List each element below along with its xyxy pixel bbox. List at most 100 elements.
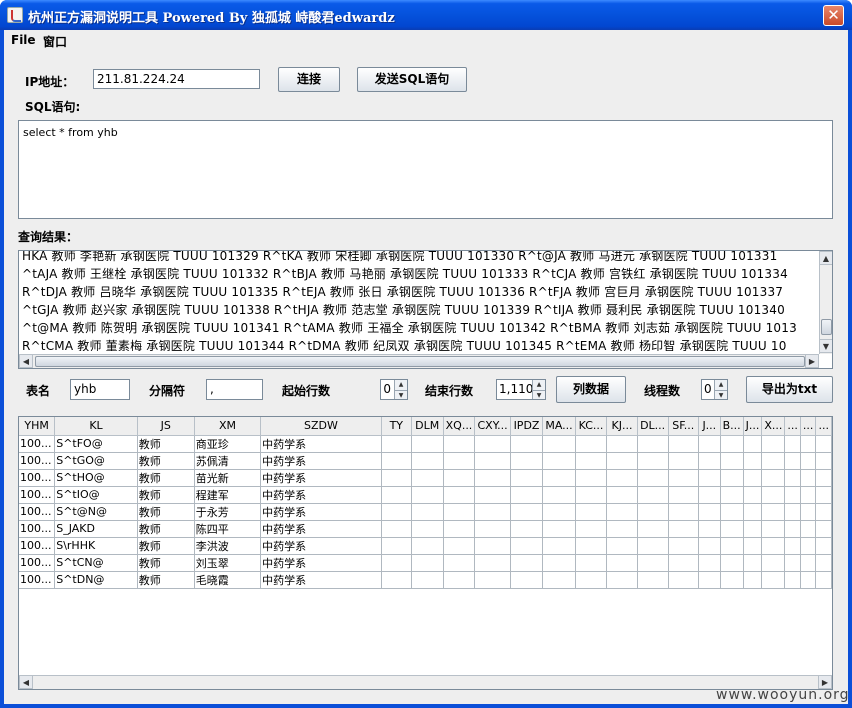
table-cell[interactable] bbox=[720, 537, 744, 555]
table-cell[interactable] bbox=[720, 452, 744, 470]
table-cell[interactable] bbox=[606, 486, 638, 504]
table-cell[interactable]: 教师 bbox=[137, 571, 195, 589]
table-cell[interactable] bbox=[668, 435, 700, 453]
menu-file[interactable]: File bbox=[11, 33, 36, 47]
table-cell[interactable] bbox=[637, 503, 669, 521]
table-cell[interactable] bbox=[606, 520, 638, 538]
close-button[interactable]: ✕ bbox=[823, 5, 844, 26]
table-cell[interactable] bbox=[743, 503, 763, 521]
table-cell[interactable]: 商亚珍 bbox=[194, 435, 262, 453]
table-row[interactable]: 100... S^tFO@ 教师 商亚珍 中药学系 bbox=[19, 435, 832, 453]
table-cell[interactable]: 教师 bbox=[137, 435, 195, 453]
table-cell[interactable] bbox=[800, 520, 817, 538]
table-cell[interactable]: 中药学系 bbox=[260, 452, 382, 470]
table-cell[interactable] bbox=[510, 435, 544, 453]
table-cell[interactable] bbox=[381, 486, 412, 504]
column-header[interactable]: YHM bbox=[19, 417, 56, 436]
title-bar[interactable]: 杭州正方漏洞说明工具 Powered By 独孤城 峙酸君edwardz ✕ bbox=[0, 0, 852, 30]
table-cell[interactable] bbox=[800, 571, 817, 589]
table-cell[interactable] bbox=[720, 554, 744, 572]
table-cell[interactable]: 中药学系 bbox=[260, 435, 382, 453]
table-cell[interactable] bbox=[474, 503, 511, 521]
scroll-left-arrow-icon[interactable]: ◀ bbox=[19, 675, 33, 689]
table-cell[interactable] bbox=[668, 554, 700, 572]
table-row[interactable]: 100... S^tCN@ 教师 刘玉翠 中药学系 bbox=[19, 554, 832, 572]
export-txt-button[interactable]: 导出为txt bbox=[746, 376, 833, 403]
table-cell[interactable] bbox=[381, 571, 412, 589]
table-cell[interactable] bbox=[743, 469, 763, 487]
table-cell[interactable] bbox=[443, 435, 476, 453]
table-cell[interactable] bbox=[443, 452, 476, 470]
table-cell[interactable] bbox=[510, 554, 544, 572]
column-header[interactable]: KJ... bbox=[606, 417, 638, 436]
table-cell[interactable]: S^tGO@ bbox=[54, 452, 138, 470]
ip-input[interactable]: 211.81.224.24 bbox=[93, 69, 260, 89]
table-cell[interactable] bbox=[743, 520, 763, 538]
table-row[interactable]: 100... S^tIO@ 教师 程建军 中药学系 bbox=[19, 486, 832, 504]
table-cell[interactable] bbox=[698, 537, 721, 555]
thread-count-spinner[interactable]: 0 ▲ ▼ bbox=[701, 379, 728, 400]
table-cell[interactable] bbox=[542, 486, 576, 504]
table-cell[interactable] bbox=[411, 435, 444, 453]
table-cell[interactable] bbox=[720, 469, 744, 487]
table-cell[interactable] bbox=[542, 537, 576, 555]
table-cell[interactable] bbox=[761, 469, 786, 487]
horizontal-scroll-thumb[interactable] bbox=[35, 356, 805, 367]
table-cell[interactable] bbox=[698, 469, 721, 487]
table-cell[interactable] bbox=[668, 452, 700, 470]
table-cell[interactable] bbox=[411, 486, 444, 504]
column-header[interactable]: DLM bbox=[411, 417, 444, 436]
table-cell[interactable] bbox=[761, 571, 786, 589]
table-cell[interactable] bbox=[510, 571, 544, 589]
table-cell[interactable] bbox=[474, 554, 511, 572]
column-header[interactable]: MA... bbox=[542, 417, 576, 436]
table-cell[interactable] bbox=[443, 537, 476, 555]
table-cell[interactable] bbox=[743, 537, 763, 555]
table-cell[interactable] bbox=[720, 571, 744, 589]
table-cell[interactable] bbox=[575, 435, 608, 453]
table-cell[interactable] bbox=[815, 452, 832, 470]
table-cell[interactable] bbox=[698, 554, 721, 572]
column-header[interactable]: TY bbox=[381, 417, 412, 436]
table-cell[interactable] bbox=[800, 469, 817, 487]
table-cell[interactable]: 陈四平 bbox=[194, 520, 262, 538]
table-cell[interactable] bbox=[381, 520, 412, 538]
column-header[interactable]: B... bbox=[720, 417, 744, 436]
table-cell[interactable] bbox=[743, 452, 763, 470]
column-header[interactable]: X... bbox=[761, 417, 786, 436]
table-cell[interactable]: S^tFO@ bbox=[54, 435, 138, 453]
table-cell[interactable] bbox=[761, 537, 786, 555]
table-cell[interactable]: 100... bbox=[19, 571, 56, 589]
table-cell[interactable]: 苗光新 bbox=[194, 469, 262, 487]
table-cell[interactable]: 中药学系 bbox=[260, 520, 382, 538]
table-cell[interactable] bbox=[743, 554, 763, 572]
table-cell[interactable] bbox=[743, 435, 763, 453]
table-cell[interactable] bbox=[637, 537, 669, 555]
table-cell[interactable] bbox=[443, 571, 476, 589]
table-cell[interactable] bbox=[575, 571, 608, 589]
table-cell[interactable]: S^tIO@ bbox=[54, 486, 138, 504]
table-cell[interactable] bbox=[510, 452, 544, 470]
table-cell[interactable] bbox=[784, 520, 801, 538]
table-cell[interactable] bbox=[637, 469, 669, 487]
table-cell[interactable] bbox=[381, 503, 412, 521]
table-cell[interactable] bbox=[510, 486, 544, 504]
table-cell[interactable]: 教师 bbox=[137, 452, 195, 470]
table-cell[interactable] bbox=[815, 554, 832, 572]
column-header[interactable]: XM bbox=[194, 417, 262, 436]
table-cell[interactable]: S^t@N@ bbox=[54, 503, 138, 521]
table-cell[interactable] bbox=[542, 554, 576, 572]
table-cell[interactable] bbox=[784, 486, 801, 504]
column-header[interactable]: IPDZ bbox=[510, 417, 544, 436]
table-cell[interactable] bbox=[411, 520, 444, 538]
table-cell[interactable] bbox=[720, 520, 744, 538]
result-horizontal-scrollbar[interactable]: ◀ ▶ bbox=[19, 354, 819, 368]
connect-button[interactable]: 连接 bbox=[278, 67, 340, 92]
table-cell[interactable] bbox=[668, 469, 700, 487]
table-horizontal-scrollbar[interactable]: ◀ ▶ bbox=[19, 675, 832, 689]
table-cell[interactable] bbox=[668, 503, 700, 521]
table-cell[interactable]: 100... bbox=[19, 537, 56, 555]
table-cell[interactable] bbox=[474, 486, 511, 504]
column-header[interactable]: J... bbox=[698, 417, 721, 436]
column-header[interactable]: KL bbox=[54, 417, 138, 436]
